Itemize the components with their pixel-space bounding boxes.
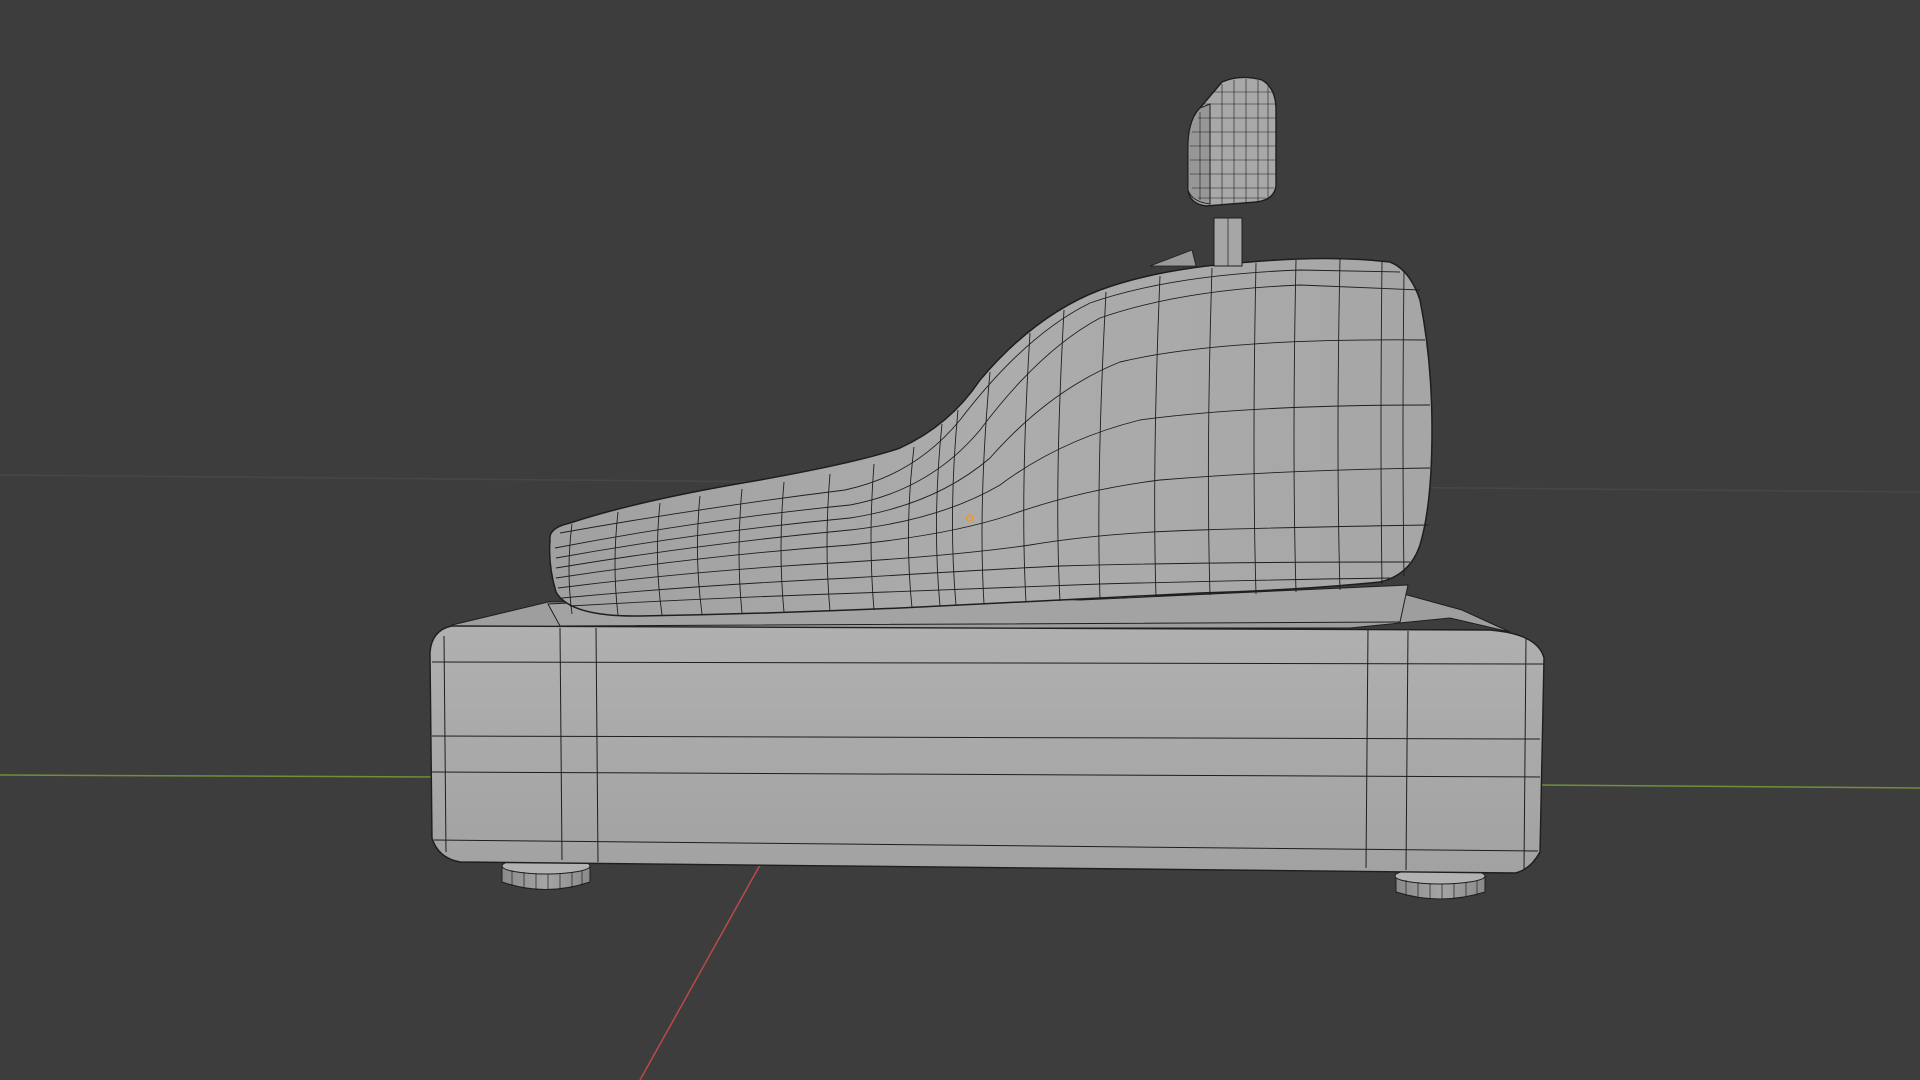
y-axis-line	[0, 774, 441, 778]
body[interactable]	[547, 257, 1433, 627]
3d-viewport[interactable]	[0, 0, 1920, 1080]
viewport-canvas[interactable]	[0, 0, 1920, 1080]
base[interactable]	[429, 592, 1545, 874]
y-axis-line-right	[1539, 784, 1920, 789]
display[interactable]	[1187, 76, 1277, 207]
x-axis-line	[639, 864, 761, 1080]
display-pole[interactable]	[1149, 217, 1243, 267]
